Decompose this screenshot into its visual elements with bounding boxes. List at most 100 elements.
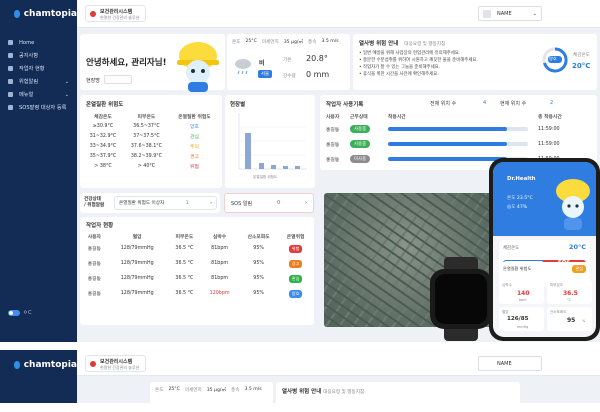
worker-name: 홍길동	[87, 247, 101, 252]
gauge-label: 양호	[549, 56, 557, 61]
heat-guidelines: • 일변 예방을 위해 사업장의 현업관리에 유의해주세요. • 충분한 수분섭…	[359, 50, 529, 78]
sidebar-item-label: SOS발령 대상자 등록	[19, 105, 67, 111]
sidebar-item-sos-register[interactable]: SOS발령 대상자 등록	[0, 101, 77, 114]
sidebar: chamtopia Home 공지사항 작업자 현황 위험알림 ⌄ 메뉴얼 ⌄ SO…	[0, 0, 77, 342]
risk-skin: 37~37.5°C	[133, 133, 160, 139]
phone-skin-label: 피부온도	[550, 283, 564, 287]
wind-label: 풍속	[231, 388, 240, 393]
system-subtitle: 현명한 건강관리 솔루션	[100, 15, 140, 20]
worker-hr: 81bpm	[211, 246, 229, 251]
sidebar-item-label: Home	[19, 39, 35, 46]
brand-logo[interactable]: chamtopia	[0, 0, 77, 28]
worker-name: 홍길동	[87, 262, 101, 267]
sidebar-repeat: chamtopia	[0, 350, 77, 403]
phone-spo2: 95	[567, 317, 576, 324]
temp-label: 온도	[155, 388, 164, 393]
phone-hr-card: 심박수 140 bpm	[499, 280, 544, 304]
risk-tag: 경고	[288, 259, 303, 268]
phone-skin-card: 피부온도 36.5 °C	[547, 280, 592, 304]
mascot-image	[177, 42, 219, 92]
health-alert-label: 건강상태 / 위험알람	[84, 197, 105, 208]
phone-feel-label: 체감온도	[503, 246, 520, 251]
worker-bp: 128/79mmHg	[120, 291, 154, 296]
phone-hr: 140	[517, 290, 530, 297]
toggle-switch[interactable]	[8, 309, 20, 316]
phone-bp-unit: mmHg	[517, 325, 529, 329]
health-alert-card: 건강상태 / 위험알람 온열질환 위험도 이상자 1 ›	[80, 193, 220, 213]
temp-big-label: 기온	[283, 58, 292, 63]
sos-label: SOS 알림	[231, 200, 253, 207]
site-chart	[238, 113, 307, 170]
phone-mockup: Dr.Health 온도 23.5°C 습도 47% 체감온도 20°C 온열질…	[489, 158, 600, 341]
sidebar-item-alerts[interactable]: 위험알림 ⌄	[0, 75, 77, 88]
worker-row[interactable]: 홍길동 128/79mmHg 36.5 °C 81bpm 95% 관심	[82, 271, 312, 286]
chart-bar	[295, 166, 300, 169]
worker-row[interactable]: 홍길동 128/79mmHg 36.5 °C 120bpm 95% 양호	[82, 286, 312, 301]
worker-row[interactable]: 홍길동 128/79mmHg 36.5 °C 81bpm 95% 경고	[82, 256, 312, 271]
phone-hum-label: 습도	[507, 205, 516, 210]
worker-spo2: 95%	[253, 291, 264, 296]
sidebar-item-workers[interactable]: 작업자 현황	[0, 62, 77, 75]
risk-header-row: 체감온도 피부온도 온열질환 위험도	[83, 111, 219, 121]
health-alert-button[interactable]: 온열질환 위험도 이상자 1 ›	[114, 196, 217, 210]
sidebar-item-manual[interactable]: 메뉴얼 ⌄	[0, 88, 77, 101]
risk-row: 35~37.9°C 38.2~39.9°C 경고	[83, 151, 219, 161]
site-chart-title: 현장별	[230, 102, 246, 108]
current-label: 현재 위치 수	[500, 101, 527, 107]
temp-big-value: 20.8°	[306, 54, 328, 63]
health-alert-item: 온열질환 위험도 이상자	[119, 201, 165, 206]
phone-risk-label: 온열질환 위험도	[503, 265, 532, 271]
chevron-down-icon: ⌄	[64, 91, 69, 98]
site-select[interactable]	[104, 75, 132, 84]
heat-subtitle: 대응요령 및 행동지침	[404, 42, 446, 47]
worker-skin: 36.5 °C	[175, 291, 194, 296]
dust-label: 미세먼지	[184, 388, 202, 393]
workers-header: 혈압	[132, 234, 142, 240]
weather-condition: 비	[259, 60, 265, 67]
sos-alert-card[interactable]: SOS 알림 0 ›	[224, 193, 314, 213]
people-icon	[8, 66, 13, 71]
risk-level: 위험	[190, 164, 199, 170]
region-badge: 서울	[258, 70, 273, 78]
brand-name: chamtopia	[23, 9, 77, 19]
temp-value: 25°C	[168, 387, 180, 392]
heat-title: 열사병 위험 안내	[359, 41, 399, 47]
guideline-item: • 작업자가 잘 수 있는 그늘을 준비해주세요.	[359, 65, 441, 70]
workers-header: 산소포화도	[247, 234, 270, 240]
wind-label: 풍속	[308, 40, 317, 45]
guideline-item: • 일변 예방을 위해 사업장의 현업관리에 유의해주세요.	[359, 51, 461, 56]
risk-header: 체감온도	[94, 114, 112, 120]
weather-card: 온도 25°C 미세먼지 35 μg/㎥ 풍속 3.5 m/s 비 서울 기온 20.…	[227, 34, 350, 90]
sidebar-item-notice[interactable]: 공지사항	[0, 49, 77, 62]
sidebar-item-home[interactable]: Home	[0, 36, 77, 49]
risk-title: 온열질환 위험도	[86, 102, 124, 108]
risk-skin: 38.2~39.9°C	[130, 153, 163, 159]
usage-title: 작업자 사용기록	[326, 102, 364, 108]
user-dropdown[interactable]: NAME ⌄	[478, 6, 542, 21]
user-dropdown[interactable]: NAME	[478, 356, 542, 371]
mascot-image	[556, 179, 590, 230]
worker-bp: 128/79mmHg	[120, 246, 154, 251]
brand-logo-repeat: chamtopia	[0, 350, 77, 370]
phone-skin-unit: °C	[567, 298, 572, 302]
wind-value: 3.5 m/s	[321, 39, 339, 44]
megaphone-icon	[8, 53, 13, 58]
phone-bp: 126/85	[507, 316, 529, 322]
risk-tag: 양호	[288, 289, 303, 298]
worker-row[interactable]: 홍길동 128/79mmHg 36.5 °C 81bpm 95% 위험	[82, 241, 312, 256]
usage-header: 착용시간	[388, 115, 406, 120]
site-chart-xlabel: 온열질환 위험도	[253, 175, 278, 179]
book-icon	[8, 92, 13, 97]
health-alert-count: 1	[185, 200, 189, 206]
workers-card: 작업자 현황 사용자 혈압 피부온도 심박수 산소포화도 온열위험 홍길동 128/79mm…	[80, 217, 314, 325]
worker-spo2: 95%	[253, 276, 264, 281]
worker-bp: 128/79mmHg	[120, 276, 154, 281]
temp-label: 온도	[232, 40, 241, 45]
risk-feel: 33~34.9°C	[89, 143, 117, 149]
total-label: 전체 위치 수	[430, 101, 457, 107]
risk-skin: 37.6~38.1°C	[130, 143, 163, 149]
phone-skin: 36.5	[563, 290, 578, 297]
site-label: 현장명	[86, 78, 100, 84]
mode-toggle[interactable]: ㅇㄷ	[8, 309, 32, 316]
phone-feel: 20°C	[568, 243, 586, 251]
